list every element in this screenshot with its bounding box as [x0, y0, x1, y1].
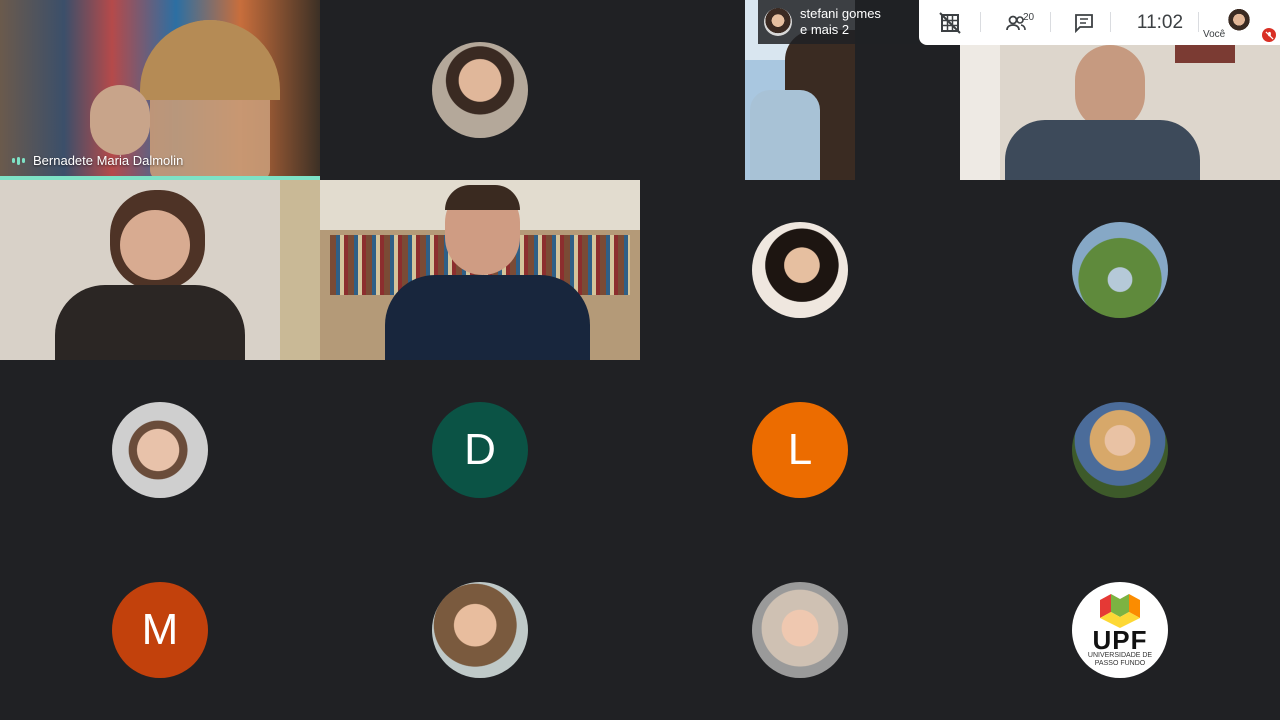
chat-button[interactable]: [1072, 0, 1096, 45]
mic-off-icon: [1262, 28, 1276, 42]
participant-tile[interactable]: [320, 180, 640, 360]
participant-tile[interactable]: [320, 540, 640, 720]
self-avatar[interactable]: [1226, 8, 1252, 34]
toolbar-divider: [1050, 12, 1051, 32]
speaking-indicator-icon: [12, 156, 25, 165]
grid-off-icon: [939, 11, 961, 34]
participant-photo-avatar: [752, 222, 848, 318]
participant-photo-avatar: [1072, 402, 1168, 498]
presenter-more: e mais 2: [800, 22, 850, 37]
participant-tile[interactable]: [0, 360, 320, 540]
toolbar-divider: [980, 12, 981, 32]
upf-logo-avatar: UPF UNIVERSIDADE DE PASSO FUNDO: [1072, 582, 1168, 678]
participant-photo-avatar: [432, 582, 528, 678]
participant-initial-avatar: D: [432, 402, 528, 498]
avatar-initial: D: [464, 425, 496, 474]
participant-video: [320, 180, 640, 360]
participant-tile[interactable]: L: [640, 360, 960, 540]
participant-tile[interactable]: [640, 180, 960, 360]
upf-logo-icon: [1100, 594, 1140, 628]
presenter-avatar: [764, 8, 792, 36]
participant-initial-avatar: M: [112, 582, 208, 678]
participant-initial-avatar: L: [752, 402, 848, 498]
participant-photo-avatar: [1072, 222, 1168, 318]
upf-logo-text: UPF: [1092, 625, 1148, 655]
self-label: Você: [1203, 29, 1226, 40]
toolbar-divider: [1110, 12, 1111, 32]
chat-icon: [1075, 13, 1093, 33]
participant-tile[interactable]: [0, 180, 320, 360]
participant-tile[interactable]: M: [0, 540, 320, 720]
participant-photo-avatar: [112, 402, 208, 498]
avatar-initial: M: [141, 605, 179, 654]
participant-name-label: Bernadete Maria Dalmolin: [12, 153, 183, 168]
participant-tile[interactable]: D: [320, 360, 640, 540]
participant-photo-avatar: [432, 42, 528, 138]
participant-tile-bernadete[interactable]: Bernadete Maria Dalmolin: [0, 0, 320, 180]
participant-video: [0, 180, 320, 360]
upf-logo-subtext: UNIVERSIDADE DE PASSO FUNDO: [1087, 652, 1153, 667]
participant-photo-avatar: [752, 582, 848, 678]
participant-tile[interactable]: [320, 0, 640, 180]
participant-name: Bernadete Maria Dalmolin: [33, 153, 184, 168]
meeting-clock: 11:02: [1136, 11, 1184, 33]
presenter-name: stefani gomes: [800, 6, 881, 21]
participant-tile[interactable]: [960, 360, 1280, 540]
people-count: 20: [1023, 12, 1035, 23]
layout-button[interactable]: [935, 0, 965, 45]
avatar-initial: L: [787, 425, 813, 474]
participant-tile[interactable]: UPF UNIVERSIDADE DE PASSO FUNDO: [960, 540, 1280, 720]
presenter-chip[interactable]: stefani gomes e mais 2: [758, 0, 919, 44]
toolbar-divider: [1198, 12, 1199, 32]
participant-tile[interactable]: [640, 540, 960, 720]
participant-tile[interactable]: [960, 180, 1280, 360]
